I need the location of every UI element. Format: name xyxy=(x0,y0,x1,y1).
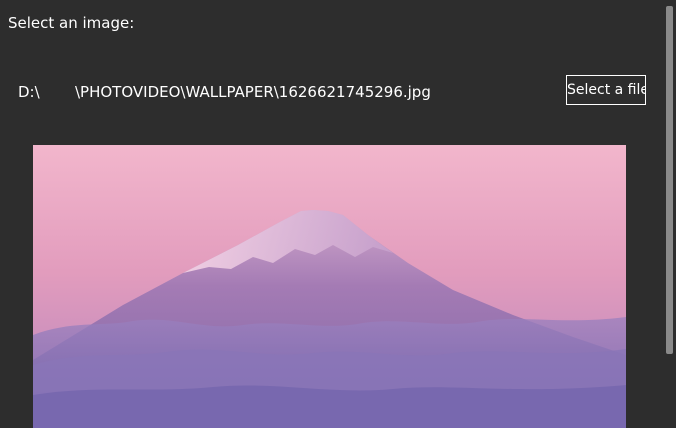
image-selector-window: Select an image: D:\ \PHOTOVIDEO\WALLPAP… xyxy=(0,0,676,428)
mountain-landscape-image xyxy=(33,145,626,428)
scrollbar-thumb[interactable] xyxy=(666,6,673,354)
select-image-label: Select an image: xyxy=(8,14,135,32)
select-file-button[interactable]: Select a file xyxy=(566,75,646,105)
file-path-text: \PHOTOVIDEO\WALLPAPER\1626621745296.jpg xyxy=(75,83,431,101)
vertical-scrollbar[interactable] xyxy=(663,0,676,428)
file-path-drive: D:\ xyxy=(18,83,40,101)
image-preview xyxy=(33,145,626,428)
